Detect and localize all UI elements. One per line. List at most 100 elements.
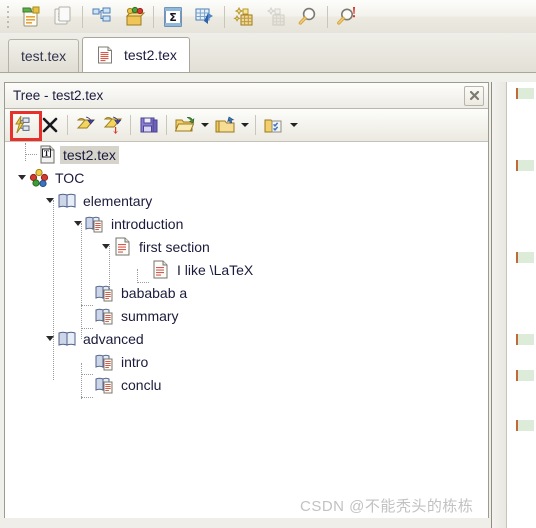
tree-node-i-like-latex[interactable]: I like \LaTeX: [151, 258, 256, 281]
code-fragment: [516, 370, 534, 381]
code-fragment: [516, 334, 534, 345]
search-button[interactable]: [292, 2, 324, 32]
chevron-down-icon[interactable]: [71, 212, 85, 235]
open-folder-refresh-icon: [174, 117, 194, 132]
tree-guide: [81, 363, 82, 399]
panel-bottom-edge: [0, 518, 491, 528]
tree-elbow: [81, 305, 93, 306]
search-alert-button[interactable]: [331, 2, 363, 32]
sigma-table-icon: Σ: [164, 6, 182, 27]
tree-node-label: TOC: [55, 169, 85, 186]
new-folder-icon: [215, 116, 234, 133]
tree-elbow: [81, 374, 93, 375]
save-disk-icon: [140, 117, 157, 133]
tab-test-tex[interactable]: test.tex: [8, 39, 80, 72]
tree-node-label: conclu: [121, 376, 162, 393]
undo-scroll-icon: [76, 116, 95, 129]
toolbar-separator: [327, 5, 328, 28]
close-icon: [469, 90, 479, 101]
structure-tree-icon: [92, 7, 111, 21]
delete-node-button[interactable]: [36, 112, 63, 138]
page-lines-icon: [151, 260, 171, 280]
new-folder-button[interactable]: [211, 112, 238, 138]
checklist-folder-dropdown-arrow[interactable]: [287, 112, 300, 138]
tree-toolbar-separator: [255, 115, 256, 135]
editor-strip[interactable]: [491, 82, 536, 528]
tab-test2-tex[interactable]: test2.tex: [82, 37, 190, 72]
tree-guide: [25, 143, 26, 161]
tree-node-toc[interactable]: TOC: [15, 166, 87, 189]
document-structure-tree[interactable]: T test2.tex TOC elementary introduction …: [5, 143, 488, 518]
package-box-icon: [125, 6, 146, 25]
code-fragment: [516, 252, 534, 263]
tree-node-elementary[interactable]: elementary: [43, 189, 155, 212]
structure-tree-button[interactable]: [86, 2, 118, 32]
checklist-folder-icon: [264, 119, 281, 133]
book-icon: [57, 329, 77, 349]
code-fragment: [516, 420, 534, 431]
refresh-structure-icon: [14, 115, 29, 134]
grid-faded-button[interactable]: [260, 2, 292, 32]
tree-panel: Tree - test2.tex T test2.tex TOC element…: [4, 82, 489, 519]
grid-sparkle-icon: [233, 6, 253, 25]
checklist-folder-button[interactable]: [260, 112, 287, 138]
chevron-down-icon[interactable]: [15, 166, 29, 189]
package-button[interactable]: [118, 2, 150, 32]
tree-node-label: test2.tex: [60, 145, 119, 164]
grid-sparkle-button[interactable]: [228, 2, 260, 32]
tree-node-label: advanced: [83, 330, 144, 347]
tree-node-bababab-a[interactable]: bababab a: [95, 281, 190, 304]
toolbar-separator: [82, 5, 83, 28]
chevron-down-icon[interactable]: [99, 235, 113, 258]
copy-document-icon: [54, 6, 71, 24]
copy-document-button[interactable]: [47, 2, 79, 32]
tree-toolbar-separator: [67, 115, 68, 135]
editor-gutter: [492, 82, 507, 528]
tree-node-summary[interactable]: summary: [95, 304, 182, 327]
tex-document-icon: [95, 45, 115, 65]
tree-node-label: intro: [121, 353, 149, 370]
tab-label: test2.tex: [124, 47, 177, 63]
grid-faded-icon: [266, 6, 285, 25]
tree-node-conclu[interactable]: conclu: [95, 373, 164, 396]
tree-node-introduction[interactable]: introduction: [71, 212, 186, 235]
sigma-table-button[interactable]: Σ: [157, 2, 189, 32]
tree-node-test2-tex[interactable]: T test2.tex: [37, 143, 119, 166]
page-lines-icon: [113, 237, 133, 257]
open-folder-button[interactable]: [171, 112, 198, 138]
svg-text:T: T: [43, 149, 49, 158]
chevron-down-icon[interactable]: [43, 189, 57, 212]
tree-node-label: first section: [139, 238, 210, 255]
chevron-down-icon[interactable]: [43, 327, 57, 350]
tree-toolbar-separator: [166, 115, 167, 135]
section-book-icon: [95, 306, 115, 326]
toolbar-separator: [153, 5, 154, 28]
tab-label: test.tex: [21, 48, 67, 64]
new-document-button[interactable]: [15, 2, 47, 32]
svg-text:Σ: Σ: [169, 11, 177, 24]
redo-button[interactable]: [99, 112, 126, 138]
refresh-structure-button[interactable]: [9, 112, 36, 138]
tree-guide: [81, 223, 82, 339]
tree-node-first-section[interactable]: first section: [99, 235, 213, 258]
close-button[interactable]: [464, 85, 484, 106]
section-book-icon: [85, 214, 105, 234]
toolbar-grip[interactable]: [3, 4, 13, 30]
redo-scroll-icon: [103, 116, 122, 134]
blue-table-button[interactable]: [189, 2, 221, 32]
toc-balls-icon: [29, 168, 49, 188]
tree-node-label: I like \LaTeX: [177, 261, 254, 278]
tree-toolbar-separator: [130, 115, 131, 135]
open-folder-dropdown-arrow[interactable]: [198, 112, 211, 138]
tex-file-icon: T: [37, 145, 57, 165]
undo-button[interactable]: [72, 112, 99, 138]
tree-node-label: summary: [121, 307, 179, 324]
tree-node-intro[interactable]: intro: [95, 350, 151, 373]
new-folder-dropdown-arrow[interactable]: [238, 112, 251, 138]
tree-panel-title: Tree - test2.tex: [13, 88, 104, 103]
document-tabs: test.tex test2.tex: [0, 33, 536, 73]
tree-node-advanced[interactable]: advanced: [43, 327, 147, 350]
save-button[interactable]: [135, 112, 162, 138]
tree-panel-caption: Tree - test2.tex: [5, 83, 488, 109]
new-document-icon: [22, 6, 40, 26]
